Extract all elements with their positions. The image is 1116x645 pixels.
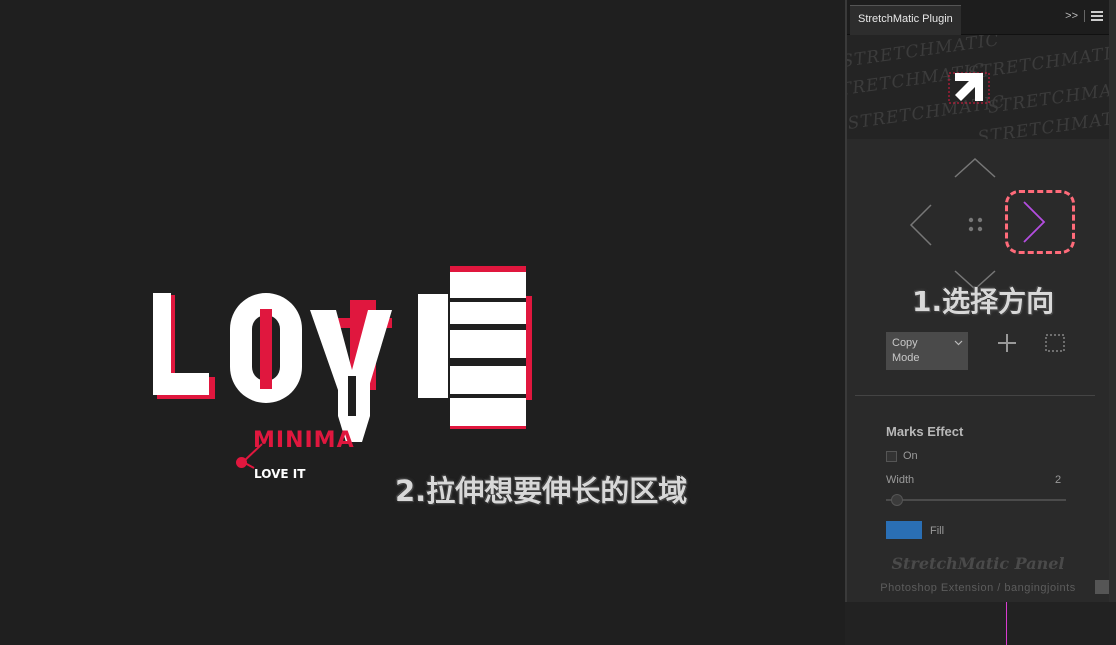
stretch-area-annotation: 2.拉伸想要伸长的区域	[395, 474, 688, 508]
footer-title: StretchMatic Panel	[891, 554, 1065, 573]
fill-label: Fill	[930, 525, 945, 537]
panel-scrollbar[interactable]	[1095, 580, 1109, 594]
select-direction-annotation: 1.选择方向	[912, 285, 1055, 318]
plugin-banner: STRETCHMATIC STRETCHMATIC STRETCHMATIC S…	[847, 35, 1109, 139]
love-it-text: LOVE IT	[254, 467, 306, 481]
width-value: 2	[1055, 474, 1062, 486]
document-canvas[interactable]: MINIMA LOVE IT 2.拉伸想要伸长的区域	[0, 0, 845, 645]
panel-menu-controls: >>	[1065, 10, 1103, 22]
width-slider-knob[interactable]	[891, 494, 904, 506]
arrow-right-button[interactable]	[1005, 190, 1075, 254]
arrow-left-icon[interactable]	[909, 203, 933, 247]
letter-o	[230, 293, 310, 405]
panel-tab-bar: StretchMatic Plugin >>	[847, 0, 1109, 35]
panel-body: STRETCHMATIC STRETCHMATIC STRETCHMATIC S…	[847, 35, 1109, 602]
copy-mode-line1: Copy	[892, 337, 918, 349]
guide-line	[1006, 602, 1007, 645]
hamburger-icon[interactable]	[1091, 11, 1103, 21]
chevron-down-icon	[954, 340, 963, 346]
copy-mode-select[interactable]: Copy Mode	[886, 332, 968, 370]
bottom-area	[845, 602, 1116, 645]
marks-on-label: On	[903, 450, 918, 462]
menu-separator	[1084, 10, 1085, 22]
letter-l	[153, 293, 215, 401]
marks-effect-heading: Marks Effect	[886, 424, 964, 439]
fill-color-swatch[interactable]	[886, 521, 922, 539]
arrow-up-icon[interactable]	[953, 157, 997, 179]
section-divider	[855, 395, 1095, 396]
width-slider-track[interactable]	[886, 499, 1066, 501]
stretchmatic-logo-icon	[948, 72, 990, 104]
collapse-panel-icon[interactable]: >>	[1065, 10, 1078, 22]
center-grip-icon[interactable]	[967, 216, 985, 234]
marquee-selection-icon[interactable]	[1045, 334, 1065, 352]
footer-subtitle: Photoshop Extension / bangingjoints	[880, 582, 1076, 594]
add-icon[interactable]	[997, 333, 1017, 353]
marks-on-checkbox[interactable]	[886, 451, 897, 462]
right-edge-strip	[1109, 0, 1116, 645]
letter-e	[418, 266, 534, 431]
stretchmatic-panel: StretchMatic Plugin >> STRETCHMATIC STRE…	[845, 0, 1111, 602]
width-label: Width	[886, 474, 915, 486]
accent-connector	[242, 443, 263, 469]
copy-mode-line2: Mode	[892, 352, 920, 364]
tab-stretchmatic-plugin[interactable]: StretchMatic Plugin	[850, 5, 961, 35]
arrow-right-icon	[1023, 201, 1046, 243]
